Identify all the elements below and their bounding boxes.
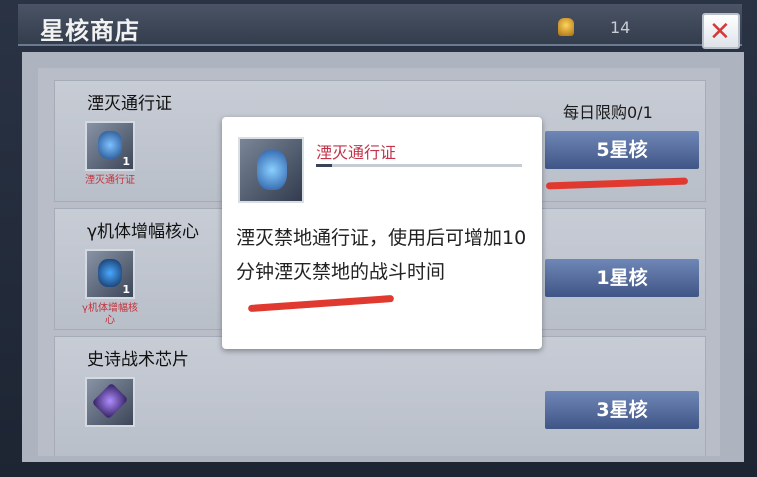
shop-title: 星核商店 <box>40 17 140 45</box>
gem-icon <box>98 131 122 159</box>
chip-item-icon[interactable] <box>85 377 135 427</box>
close-icon: ✕ <box>709 17 731 47</box>
item-detail-popup: 湮灭通行证 湮灭禁地通行证，使用后可增加10分钟湮灭禁地的战斗时间 <box>222 117 542 349</box>
shop-header: 星核商店 14 <box>18 4 742 46</box>
item-icon-label: 湮灭通行证 <box>85 175 135 186</box>
buy-button[interactable]: 1星核 <box>545 259 699 297</box>
divider <box>316 164 522 167</box>
buy-button[interactable]: 5星核 <box>545 131 699 169</box>
shop-window: 星核商店 14 ✕ 湮灭通行证 1 湮灭通行证 每日限购0/1 5星核 γ机体增… <box>0 0 757 477</box>
close-button[interactable]: ✕ <box>702 13 740 49</box>
core-item-icon[interactable]: 1 <box>85 249 135 299</box>
item-icon-label: γ机体增幅核心 <box>82 303 138 326</box>
item-name: 史诗战术芯片 <box>87 350 189 370</box>
pass-item-icon <box>238 137 304 203</box>
pass-item-icon[interactable]: 1 <box>85 121 135 171</box>
popup-description: 湮灭禁地通行证，使用后可增加10分钟湮灭禁地的战斗时间 <box>236 227 527 283</box>
item-name: 湮灭通行证 <box>87 94 172 114</box>
buy-button[interactable]: 3星核 <box>545 391 699 429</box>
gem-icon <box>257 150 287 190</box>
item-name: γ机体增幅核心 <box>87 222 200 242</box>
item-count: 1 <box>122 155 130 168</box>
popup-item-name: 湮灭通行证 <box>316 143 397 162</box>
purchase-limit: 每日限购0/1 <box>563 103 653 122</box>
gold-badge-icon <box>558 18 574 36</box>
chip-icon <box>91 382 129 420</box>
core-icon <box>98 259 122 287</box>
item-count: 1 <box>122 283 130 296</box>
currency-count: 14 <box>610 18 631 37</box>
shop-item: 史诗战术芯片 3星核 <box>54 336 706 456</box>
